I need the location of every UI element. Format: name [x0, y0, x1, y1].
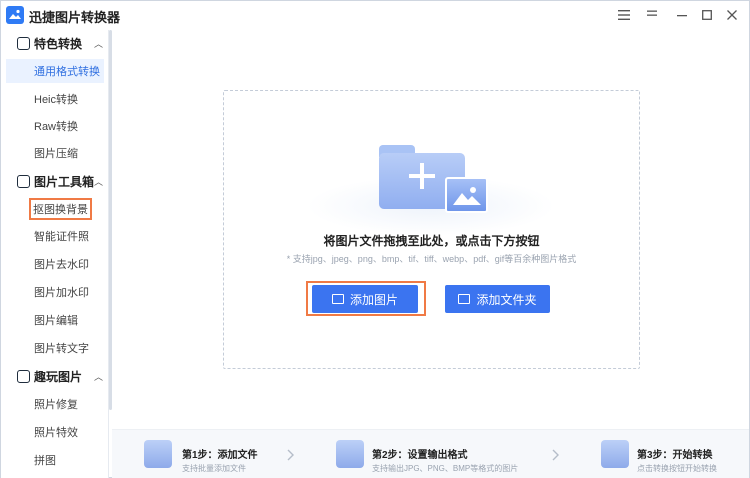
- sidebar-item-heic-convert[interactable]: Heic转换: [6, 87, 104, 111]
- folder-plus-icon: [458, 294, 471, 304]
- sidebar-item-label: 图片转文字: [34, 343, 89, 355]
- sidebar-item-remove-watermark[interactable]: 图片去水印: [6, 252, 104, 276]
- steps-footer: 第1步：添加文件 支持批量添加文件 第2步：设置输出格式 支持输出JPG、PNG…: [112, 429, 749, 478]
- sidebar-item-label: 智能证件照: [34, 231, 89, 243]
- title-bar: 迅捷图片转换器: [1, 1, 749, 30]
- sidebar-item-image-compress[interactable]: 图片压缩: [6, 141, 104, 165]
- sidebar-item-add-watermark[interactable]: 图片加水印: [6, 280, 104, 304]
- sidebar-item-label: 图片加水印: [34, 287, 89, 299]
- add-image-button[interactable]: 添加图片: [312, 285, 418, 313]
- sidebar-item-cutout-background[interactable]: 抠图换背景: [6, 197, 104, 221]
- step-desc: 支持批量添加文件: [182, 464, 246, 473]
- sidebar-item-label: 图片去水印: [34, 259, 89, 271]
- sidebar-group-toolbox[interactable]: 图片工具箱 ︿: [1, 168, 109, 194]
- toolbox-icon: [17, 174, 30, 188]
- step-desc: 点击转换按钮开始转换: [637, 464, 717, 473]
- sidebar-item-image-edit[interactable]: 图片编辑: [6, 308, 104, 332]
- minimize-icon[interactable]: [642, 5, 662, 25]
- app-logo-icon: [6, 6, 24, 24]
- sidebar-item-collage[interactable]: 拼图: [6, 448, 104, 472]
- sidebar-item-label: 照片修复: [34, 399, 78, 411]
- sidebar-item-label: 抠图换背景: [29, 198, 92, 220]
- chevron-up-icon[interactable]: ︿: [94, 37, 103, 50]
- sidebar-item-label: 图片压缩: [34, 148, 78, 160]
- drop-zone-title: 将图片文件拖拽至此处，或点击下方按钮: [323, 234, 540, 248]
- step-title: 第2步：设置输出格式: [372, 450, 468, 461]
- sidebar-item-image-to-text[interactable]: 图片转文字: [6, 336, 104, 360]
- sidebar-scrollbar[interactable]: [109, 30, 112, 410]
- minimize-window-icon[interactable]: [672, 5, 692, 25]
- sidebar-item-label: 通用格式转换: [34, 66, 100, 78]
- sidebar-group-label: 趣玩图片: [34, 369, 83, 384]
- sidebar-item-label: Raw转换: [34, 121, 79, 133]
- menu-icon[interactable]: [614, 5, 634, 25]
- sidebar-item-label: Heic转换: [34, 94, 79, 106]
- sidebar-item-photo-repair[interactable]: 照片修复: [6, 392, 104, 416]
- step-title: 第3步：开始转换: [637, 450, 713, 461]
- chevron-right-icon: [552, 449, 559, 464]
- chevron-up-icon[interactable]: ︿: [94, 175, 103, 188]
- add-folder-button[interactable]: 添加文件夹: [445, 285, 550, 313]
- add-folder-label: 添加文件夹: [476, 292, 537, 307]
- sidebar-item-raw-convert[interactable]: Raw转换: [6, 114, 104, 138]
- fun-image-icon: [17, 369, 30, 383]
- chevron-right-icon: [287, 449, 294, 464]
- close-icon[interactable]: [722, 5, 742, 25]
- sidebar-item-photo-effects[interactable]: 照片特效: [6, 420, 104, 444]
- step-title: 第1步：添加文件: [182, 450, 258, 461]
- special-convert-icon: [17, 36, 30, 50]
- step-desc: 支持输出JPG、PNG、BMP等格式的图片: [372, 464, 519, 473]
- chevron-up-icon[interactable]: ︿: [94, 370, 103, 383]
- sidebar-item-general-convert[interactable]: 通用格式转换: [6, 59, 104, 83]
- sidebar-group-label: 图片工具箱: [34, 174, 95, 189]
- settings-gear-icon: [336, 440, 364, 468]
- convert-list-icon: [601, 440, 629, 468]
- maximize-icon[interactable]: [697, 5, 717, 25]
- add-image-label: 添加图片: [349, 292, 398, 307]
- app-window: 迅捷图片转换器 特色转换 ︿ 通用格式转换 Heic转换 Raw转换 图片压缩 …: [0, 0, 750, 478]
- sidebar-item-label: 拼图: [34, 455, 56, 467]
- app-title: 迅捷图片转换器: [29, 10, 121, 25]
- image-icon: [445, 177, 488, 213]
- sidebar-item-label: 照片特效: [34, 427, 78, 439]
- add-file-icon: [144, 440, 172, 468]
- sidebar-group-special-convert[interactable]: 特色转换 ︿: [1, 30, 109, 56]
- sidebar-item-id-photo[interactable]: 智能证件照: [6, 224, 104, 248]
- sidebar-group-fun-images[interactable]: 趣玩图片 ︿: [1, 363, 109, 389]
- sidebar-item-label: 图片编辑: [34, 315, 78, 327]
- image-icon: [331, 294, 344, 304]
- sidebar-group-label: 特色转换: [34, 36, 83, 51]
- drop-zone-subtitle: * 支持jpg、jpeg、png、bmp、tif、tiff、webp、pdf、g…: [286, 254, 577, 264]
